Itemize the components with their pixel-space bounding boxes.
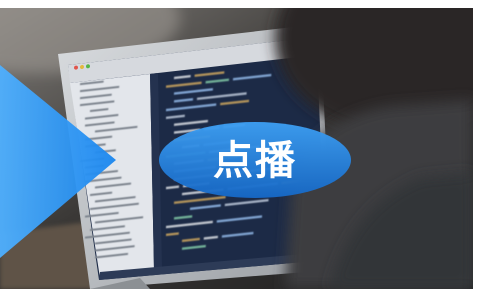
vod-banner[interactable]: 点播 — [0, 8, 473, 289]
banner-scene: 点播 — [0, 8, 473, 289]
banner-label: 点播 — [213, 138, 297, 184]
